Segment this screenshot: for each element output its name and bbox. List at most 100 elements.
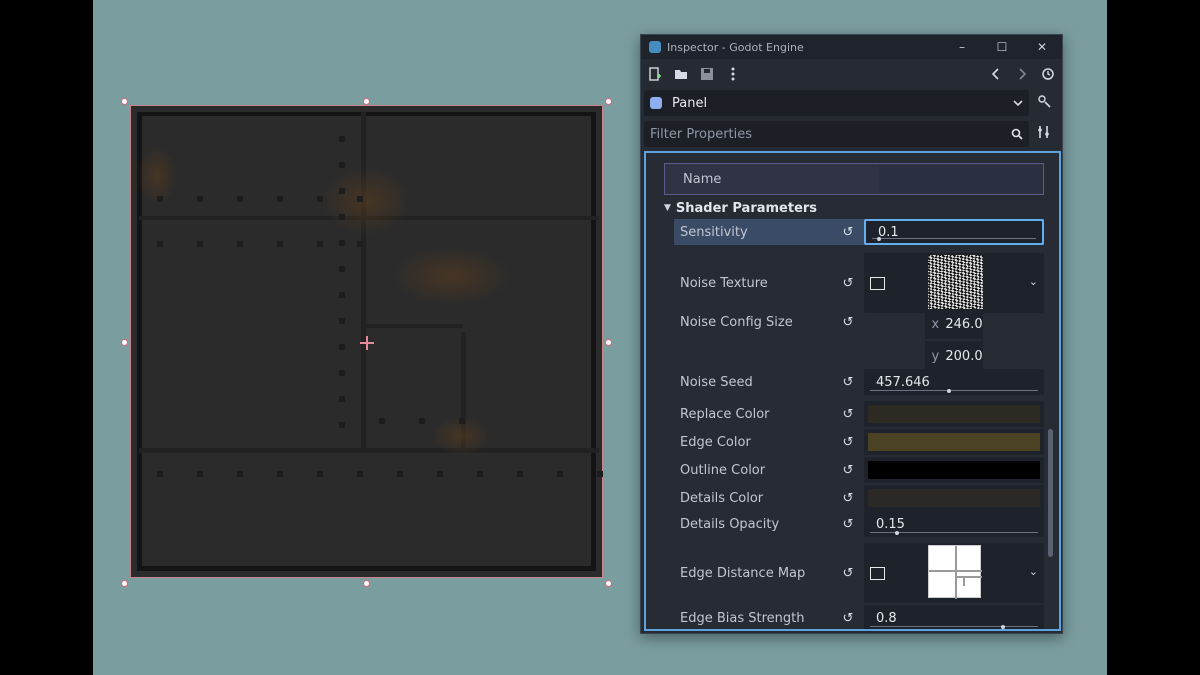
revert-icon[interactable]: ↺ [836,407,860,422]
rivet [339,188,345,194]
rivet [197,196,203,202]
details-opacity-slider-grip[interactable] [894,531,899,535]
noise-config-size-label: Noise Config Size [680,315,793,330]
rivet [317,241,323,247]
details-opacity-field[interactable]: 0.15 [864,511,1044,537]
rivet [379,418,385,424]
details-color-label: Details Color [680,490,764,506]
replace-color-row[interactable]: Replace Color ↺ [674,401,1044,427]
noise-config-size-y-field[interactable]: y 200.0 [925,341,983,371]
search-icon [1011,128,1023,140]
resize-handle[interactable] [605,580,612,587]
noise-seed-slider-grip[interactable] [947,389,952,393]
outline-color-label: Outline Color [680,462,766,478]
resize-handle[interactable] [121,339,128,346]
resize-handle[interactable] [121,98,128,105]
node-selector[interactable]: Panel [644,90,1029,116]
revert-icon[interactable]: ↺ [836,435,860,450]
plate-seam [361,112,366,448]
sensitivity-slider-grip[interactable] [876,237,881,241]
revert-icon[interactable]: ↺ [836,566,860,581]
filter-properties-input[interactable]: Filter Properties [644,121,1029,147]
details-opacity-label: Details Opacity [680,516,780,532]
open-icon[interactable] [673,66,689,82]
rivet [157,241,163,247]
rivet [557,471,563,477]
noise-texture-picker[interactable]: ⌄ [864,253,1044,313]
details-color-picker[interactable] [864,485,1044,511]
revert-icon[interactable]: ↺ [836,491,860,506]
edge-bias-strength-row[interactable]: Edge Bias Strength ↺ 0.8 [674,605,1044,629]
revert-icon[interactable]: ↺ [836,309,860,330]
revert-icon[interactable]: ↺ [836,375,860,390]
property-list[interactable]: Name ▼ Shader Parameters Sensitivity ↺ 0.1… [644,151,1061,631]
inspector-toolbar [641,59,1062,89]
inspector-window: Inspector - Godot Engine – ☐ ✕ Panel Fil… [640,34,1063,634]
save-icon[interactable] [699,66,715,82]
edge-distance-map-row[interactable]: Edge Distance Map ↺ ⌄ [674,543,1044,603]
rivet [339,214,345,220]
resize-handle[interactable] [121,580,128,587]
texture-type-icon [870,276,885,290]
object-properties-icon[interactable] [1029,94,1059,112]
revert-icon[interactable]: ↺ [836,611,860,626]
new-resource-icon[interactable] [647,66,663,82]
section-title: Shader Parameters [675,200,818,216]
sensitivity-slider-track[interactable] [872,238,1036,239]
replace-color-picker[interactable] [864,401,1044,427]
resize-handle[interactable] [605,339,612,346]
edge-bias-strength-label: Edge Bias Strength [680,610,805,626]
resize-handle[interactable] [363,580,370,587]
noise-seed-field[interactable]: 457.646 [864,369,1044,395]
forward-icon[interactable] [1014,66,1030,82]
edge-distance-map-picker[interactable]: ⌄ [864,543,1044,603]
edge-bias-strength-slider-track[interactable] [870,626,1038,627]
edge-color-label: Edge Color [680,434,751,450]
noise-seed-slider-track[interactable] [870,390,1038,391]
name-value-field[interactable] [879,165,1043,193]
details-color-row[interactable]: Details Color ↺ [674,485,1044,511]
noise-texture-row[interactable]: Noise Texture ↺ ⌄ [674,253,1044,313]
title-bar[interactable]: Inspector - Godot Engine – ☐ ✕ [641,35,1062,59]
rivet [317,471,323,477]
filter-bar: Filter Properties [644,119,1059,149]
history-icon[interactable] [1040,66,1056,82]
rivet [339,292,345,298]
outline-color-row[interactable]: Outline Color ↺ [674,457,1044,483]
edge-bias-strength-field[interactable]: 0.8 [864,605,1044,629]
shader-parameters-section[interactable]: ▼ Shader Parameters [664,197,817,219]
noise-config-size-field[interactable]: x 246.0 y 200.0 [864,309,1044,371]
close-button[interactable]: ✕ [1022,40,1062,54]
noise-seed-row[interactable]: Noise Seed ↺ 457.646 [674,369,1044,395]
name-property-row[interactable]: Name [664,163,1044,195]
minimize-button[interactable]: – [942,40,982,54]
node-selector-bar: Panel [644,89,1059,117]
tools-icon[interactable] [1029,125,1059,143]
sensitivity-row[interactable]: Sensitivity ↺ 0.1 [674,219,1044,245]
chevron-down-icon[interactable]: ⌄ [1029,275,1038,288]
resize-handle[interactable] [605,98,612,105]
resize-handle[interactable] [363,98,370,105]
revert-icon[interactable]: ↺ [836,225,860,240]
maximize-button[interactable]: ☐ [982,40,1022,54]
noise-texture-label: Noise Texture [680,275,768,291]
rivet [339,396,345,402]
outline-color-picker[interactable] [864,457,1044,483]
chevron-down-icon[interactable]: ⌄ [1029,565,1038,578]
sensitivity-field[interactable]: 0.1 [864,219,1044,245]
back-icon[interactable] [988,66,1004,82]
revert-icon[interactable]: ↺ [836,463,860,478]
edge-color-picker[interactable] [864,429,1044,455]
noise-config-size-row[interactable]: Noise Config Size ↺ x 246.0 y 200.0 [674,309,1044,371]
noise-config-size-x-field[interactable]: x 246.0 [925,309,983,339]
rivet [339,422,345,428]
revert-icon[interactable]: ↺ [836,276,860,291]
rivet [597,471,603,477]
edge-color-row[interactable]: Edge Color ↺ [674,429,1044,455]
pivot-crosshair-icon[interactable] [360,336,374,350]
menu-icon[interactable] [725,66,741,82]
revert-icon[interactable]: ↺ [836,517,860,532]
scrollbar[interactable] [1048,429,1053,557]
edge-bias-strength-slider-grip[interactable] [1001,625,1006,629]
details-opacity-row[interactable]: Details Opacity ↺ 0.15 [674,511,1044,537]
